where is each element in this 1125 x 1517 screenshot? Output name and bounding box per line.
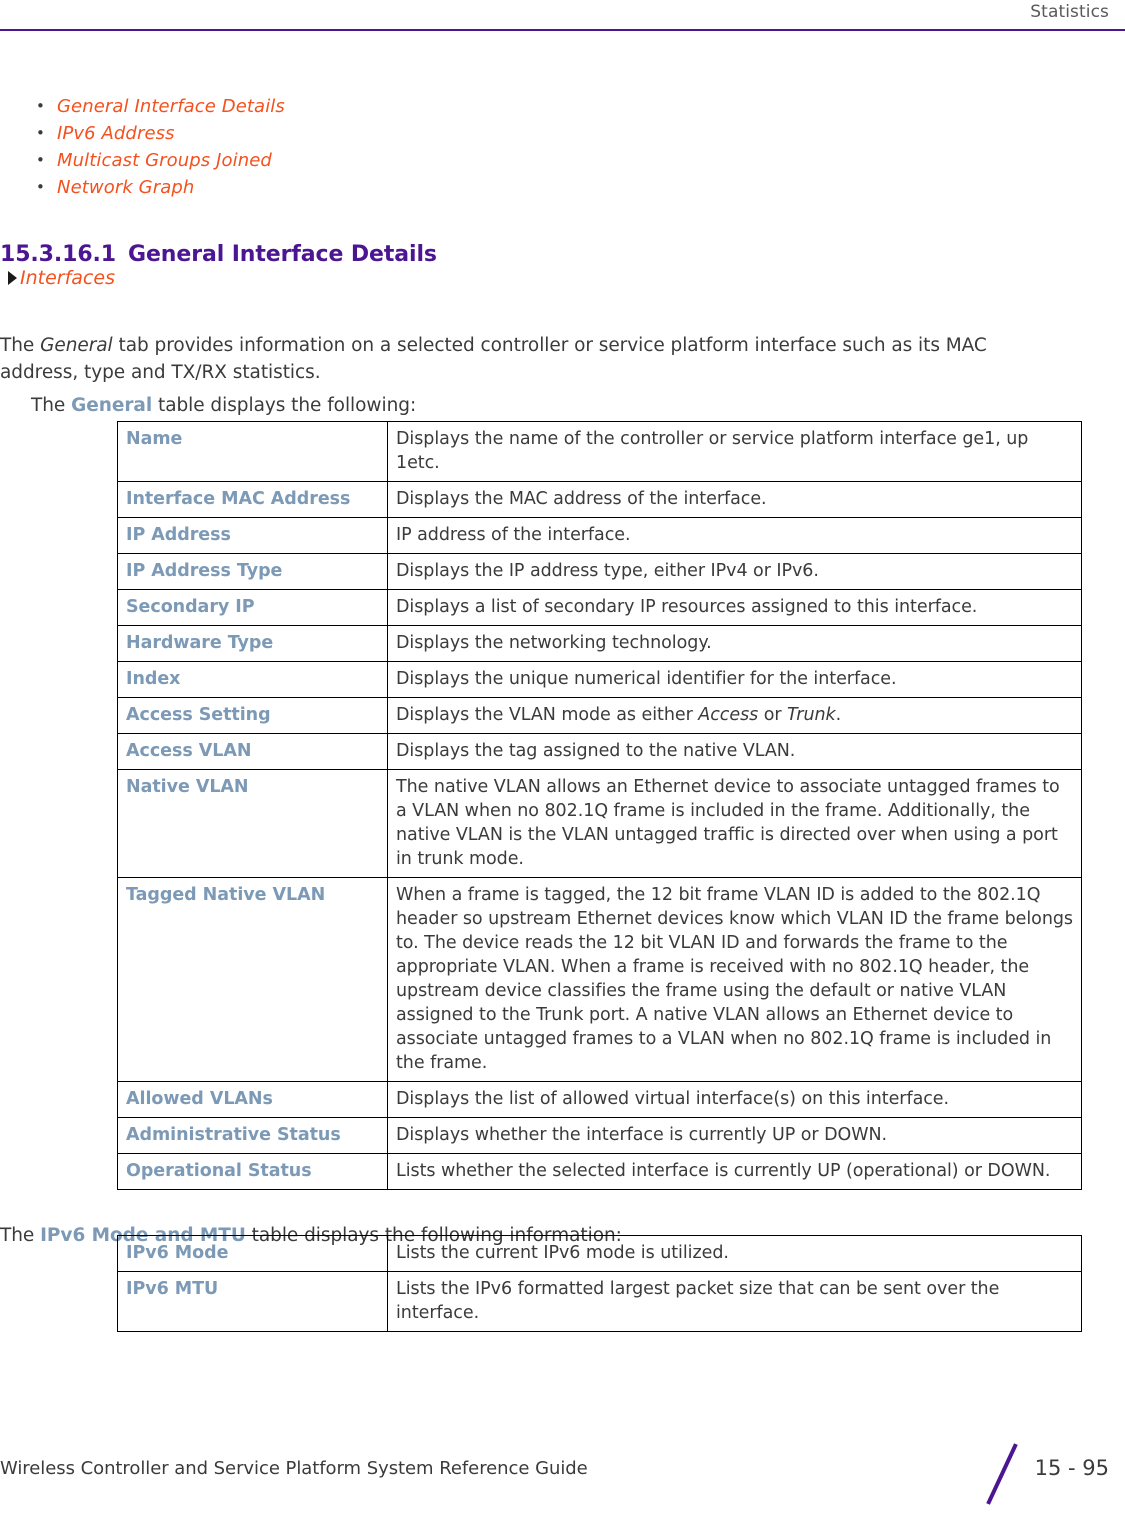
table-row: Name Displays the name of the controller… (117, 421, 1082, 482)
row-label: Index (117, 661, 388, 698)
row-label: IP Address Type (117, 553, 388, 590)
cross-reference-list: General Interface Details IPv6 Address M… (0, 93, 285, 201)
table-row: Access Setting Displays the VLAN mode as… (117, 697, 1082, 734)
desc-emphasis-trunk: Trunk (787, 705, 836, 725)
row-description: Displays the unique numerical identifier… (387, 661, 1082, 698)
row-label: IPv6 Mode (117, 1235, 388, 1272)
list-item: IPv6 Address (0, 120, 285, 147)
table-row: Operational Status Lists whether the sel… (117, 1153, 1082, 1190)
row-label: IPv6 MTU (117, 1271, 388, 1332)
table-row: IPv6 MTU Lists the IPv6 formatted larges… (117, 1271, 1082, 1332)
xref-link-general-interface-details[interactable]: General Interface Details (57, 96, 285, 117)
xref-link-multicast-groups-joined[interactable]: Multicast Groups Joined (57, 150, 272, 171)
list-item: Multicast Groups Joined (0, 147, 285, 174)
row-description: IP address of the interface. (387, 517, 1082, 554)
ipv6-lead-before: The (0, 1224, 41, 1246)
row-description: Displays the name of the controller or s… (387, 421, 1082, 482)
running-header-title: Statistics (1030, 2, 1109, 22)
desc-text-1: Displays the VLAN mode as either (396, 705, 699, 725)
row-description: Displays the IP address type, either IPv… (387, 553, 1082, 590)
row-label: Secondary IP (117, 589, 388, 626)
desc-text-3: . (835, 705, 842, 725)
table-row: Secondary IP Displays a list of secondar… (117, 589, 1082, 626)
table-row: Native VLAN The native VLAN allows an Et… (117, 769, 1082, 878)
table-row: Hardware Type Displays the networking te… (117, 625, 1082, 662)
list-item: General Interface Details (0, 93, 285, 120)
table-row: Access VLAN Displays the tag assigned to… (117, 733, 1082, 770)
row-description: Displays a list of secondary IP resource… (387, 589, 1082, 626)
triangle-right-icon (8, 271, 17, 285)
row-label: Allowed VLANs (117, 1081, 388, 1118)
row-label: Native VLAN (117, 769, 388, 878)
table-row: IPv6 Mode Lists the current IPv6 mode is… (117, 1235, 1082, 1272)
row-label: Tagged Native VLAN (117, 877, 388, 1082)
intro-text-before: The (0, 334, 41, 356)
list-item: Network Graph (0, 174, 285, 201)
row-description: Displays the list of allowed virtual int… (387, 1081, 1082, 1118)
page-footer: Wireless Controller and Service Platform… (0, 1443, 1125, 1517)
section-title: General Interface Details (128, 242, 437, 268)
row-label: Access Setting (117, 697, 388, 734)
row-description: Lists the current IPv6 mode is utilized. (387, 1235, 1082, 1272)
footer-guide-title: Wireless Controller and Service Platform… (0, 1458, 588, 1479)
row-label: IP Address (117, 517, 388, 554)
row-description: Displays the MAC address of the interfac… (387, 481, 1082, 518)
ipv6-mode-mtu-table: IPv6 Mode Lists the current IPv6 mode is… (117, 1235, 1082, 1332)
row-description: Displays the networking technology. (387, 625, 1082, 662)
table-row: Tagged Native VLAN When a frame is tagge… (117, 877, 1082, 1082)
general-lead-before: The (31, 394, 72, 416)
xref-link-network-graph[interactable]: Network Graph (57, 177, 194, 198)
breadcrumb-link-interfaces[interactable]: Interfaces (20, 267, 115, 289)
document-page: Statistics General Interface Details IPv… (0, 0, 1125, 1517)
section-number: 15.3.16.1 (0, 242, 117, 268)
row-label: Interface MAC Address (117, 481, 388, 518)
row-description: Displays whether the interface is curren… (387, 1117, 1082, 1154)
table-row: IP Address Type Displays the IP address … (117, 553, 1082, 590)
row-description: The native VLAN allows an Ethernet devic… (387, 769, 1082, 878)
breadcrumb: Interfaces (0, 266, 115, 290)
row-description: Lists the IPv6 formatted largest packet … (387, 1271, 1082, 1332)
intro-paragraph: The General tab provides information on … (0, 332, 1060, 386)
row-description: When a frame is tagged, the 12 bit frame… (387, 877, 1082, 1082)
table-row: Allowed VLANs Displays the list of allow… (117, 1081, 1082, 1118)
general-lead-after: table displays the following: (152, 394, 417, 416)
footer-page-number: 15 - 95 (1034, 1456, 1109, 1480)
row-label: Access VLAN (117, 733, 388, 770)
section-heading: 15.3.16.1 General Interface Details (0, 242, 437, 267)
row-label: Hardware Type (117, 625, 388, 662)
table-row: Interface MAC Address Displays the MAC a… (117, 481, 1082, 518)
row-label: Operational Status (117, 1153, 388, 1190)
row-label: Administrative Status (117, 1117, 388, 1154)
header-rule (0, 29, 1125, 31)
row-description: Displays the VLAN mode as either Access … (387, 697, 1082, 734)
table-row: IP Address IP address of the interface. (117, 517, 1082, 554)
intro-emphasis: General (40, 334, 113, 356)
table-row: Administrative Status Displays whether t… (117, 1117, 1082, 1154)
general-details-table: Name Displays the name of the controller… (117, 421, 1082, 1190)
general-lead-keyword: General (71, 394, 153, 416)
desc-text-2: or (758, 705, 788, 725)
desc-emphasis-access: Access (698, 705, 759, 725)
xref-link-ipv6-address[interactable]: IPv6 Address (57, 123, 175, 144)
intro-text-after: tab provides information on a selected c… (0, 334, 987, 383)
row-label: Name (117, 421, 388, 482)
row-description: Displays the tag assigned to the native … (387, 733, 1082, 770)
footer-slash-decoration (986, 1443, 1018, 1505)
table-row: Index Displays the unique numerical iden… (117, 661, 1082, 698)
general-table-lead-paragraph: The General table displays the following… (31, 392, 1091, 419)
page-header: Statistics (0, 0, 1125, 46)
row-description: Lists whether the selected interface is … (387, 1153, 1082, 1190)
